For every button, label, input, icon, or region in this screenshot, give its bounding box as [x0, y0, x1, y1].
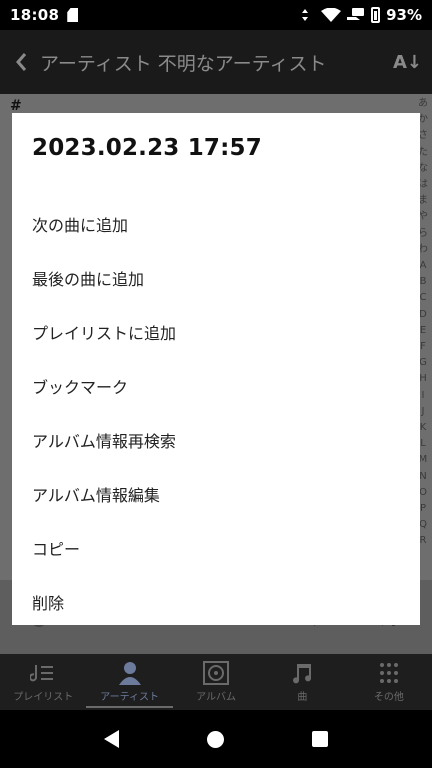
menu-item-research-album-info[interactable]: アルバム情報再検索	[12, 413, 420, 467]
nav-label: アーティスト	[100, 692, 160, 703]
menu-item-add-last[interactable]: 最後の曲に追加	[12, 251, 420, 305]
index-letter[interactable]: D	[419, 307, 427, 323]
index-letter[interactable]: Q	[419, 517, 427, 533]
page-title: アーティスト 不明なアーティスト	[40, 52, 327, 75]
nav-playlist[interactable]: プレイリスト	[0, 654, 86, 710]
nav-label: アルバム	[196, 692, 236, 703]
nav-album[interactable]: アルバム	[173, 654, 259, 710]
more-grid-icon	[379, 663, 398, 683]
back-arrow-icon[interactable]	[4, 30, 38, 94]
index-letter[interactable]: C	[420, 290, 427, 306]
dialog-title: 2023.02.23 17:57	[32, 135, 262, 161]
playlist-icon	[30, 665, 54, 682]
wifi-icon	[321, 8, 342, 22]
status-time: 18:08	[10, 6, 60, 24]
system-navigation-bar	[0, 710, 432, 768]
index-letter[interactable]: I	[422, 388, 425, 404]
sd-card-icon	[67, 8, 79, 22]
index-letter[interactable]: E	[420, 323, 426, 339]
sort-icon[interactable]: A↓	[393, 52, 422, 73]
album-icon	[203, 661, 230, 685]
status-bar: 18:08 93%	[0, 0, 432, 30]
nav-song[interactable]: 曲	[259, 654, 345, 710]
menu-list: 次の曲に追加 最後の曲に追加 プレイリストに追加 ブックマーク アルバム情報再検…	[12, 197, 420, 629]
index-letter[interactable]: J	[422, 404, 425, 420]
artist-icon	[118, 662, 141, 685]
nav-more[interactable]: その他	[346, 654, 432, 710]
context-menu-dialog: 2023.02.23 17:57 次の曲に追加 最後の曲に追加 プレイリストに追…	[12, 113, 420, 625]
menu-item-edit-album-info[interactable]: アルバム情報編集	[12, 467, 420, 521]
system-back-icon[interactable]	[104, 730, 119, 748]
index-letter[interactable]: R	[420, 533, 427, 549]
menu-item-bookmark[interactable]: ブックマーク	[12, 359, 420, 413]
index-letter[interactable]: G	[419, 355, 427, 371]
nav-artist[interactable]: アーティスト	[86, 654, 174, 710]
index-letter[interactable]: あ	[418, 96, 428, 112]
index-letter[interactable]: N	[419, 469, 426, 485]
hand-icon	[347, 8, 365, 20]
bottom-navigation: プレイリスト アーティスト アルバム 曲 その他	[0, 654, 432, 710]
index-letter[interactable]: B	[420, 274, 427, 290]
battery-icon	[371, 7, 381, 23]
app-bar: アーティスト 不明なアーティスト A↓	[0, 30, 432, 94]
battery-percent: 93%	[386, 6, 422, 24]
index-letter[interactable]: O	[419, 485, 427, 501]
system-home-icon[interactable]	[207, 730, 224, 748]
nav-label: プレイリスト	[13, 692, 74, 703]
index-letter[interactable]: A	[420, 258, 427, 274]
nav-label: 曲	[297, 692, 308, 703]
index-letter[interactable]: F	[420, 339, 426, 355]
menu-item-delete[interactable]: 削除	[12, 575, 420, 629]
music-note-icon	[293, 664, 312, 684]
index-letter[interactable]: L	[420, 436, 426, 452]
index-letter[interactable]: K	[420, 420, 427, 436]
menu-item-add-to-playlist[interactable]: プレイリストに追加	[12, 305, 420, 359]
system-recents-icon[interactable]	[312, 731, 328, 747]
index-letter[interactable]: H	[419, 371, 427, 387]
menu-item-add-next[interactable]: 次の曲に追加	[12, 197, 420, 251]
section-header: #	[10, 98, 22, 114]
menu-item-copy[interactable]: コピー	[12, 521, 420, 575]
index-letter[interactable]: P	[420, 501, 426, 517]
data-arrows-icon	[302, 9, 309, 21]
status-indicators: 93%	[295, 6, 422, 24]
nav-label: その他	[373, 692, 404, 703]
